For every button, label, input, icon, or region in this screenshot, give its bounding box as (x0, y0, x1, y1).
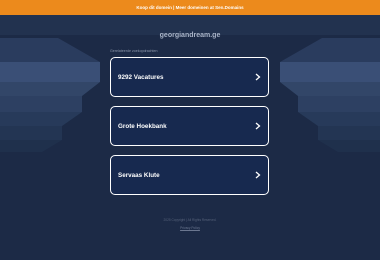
chevron-right-icon (253, 72, 263, 82)
search-link-servaas-klute[interactable]: Servaas Klute (110, 155, 269, 195)
search-link-grote-hoekbank[interactable]: Grote Hoekbank (110, 106, 269, 146)
search-link-9292-vacatures[interactable]: 9292 Vacatures (110, 57, 269, 97)
search-link-label: 9292 Vacatures (118, 73, 164, 81)
search-link-label: Grote Hoekbank (118, 122, 167, 130)
copyright-text: 2025 Copyright | All Rights Reserved. (163, 218, 217, 222)
related-searches-label: Gerelateerde zoekopdrachten (110, 49, 158, 53)
buy-domain-banner-text[interactable]: Koop dit domein | Meer domeinen at Sen.D… (136, 5, 243, 10)
buy-domain-banner[interactable]: Koop dit domein | Meer domeinen at Sen.D… (0, 0, 380, 15)
domain-title: georgiandream.ge (159, 32, 221, 39)
privacy-policy-link[interactable]: Privacy Policy (0, 226, 380, 230)
search-link-label: Servaas Klute (118, 171, 160, 179)
chevron-right-icon (253, 121, 263, 131)
chevron-right-icon (253, 170, 263, 180)
